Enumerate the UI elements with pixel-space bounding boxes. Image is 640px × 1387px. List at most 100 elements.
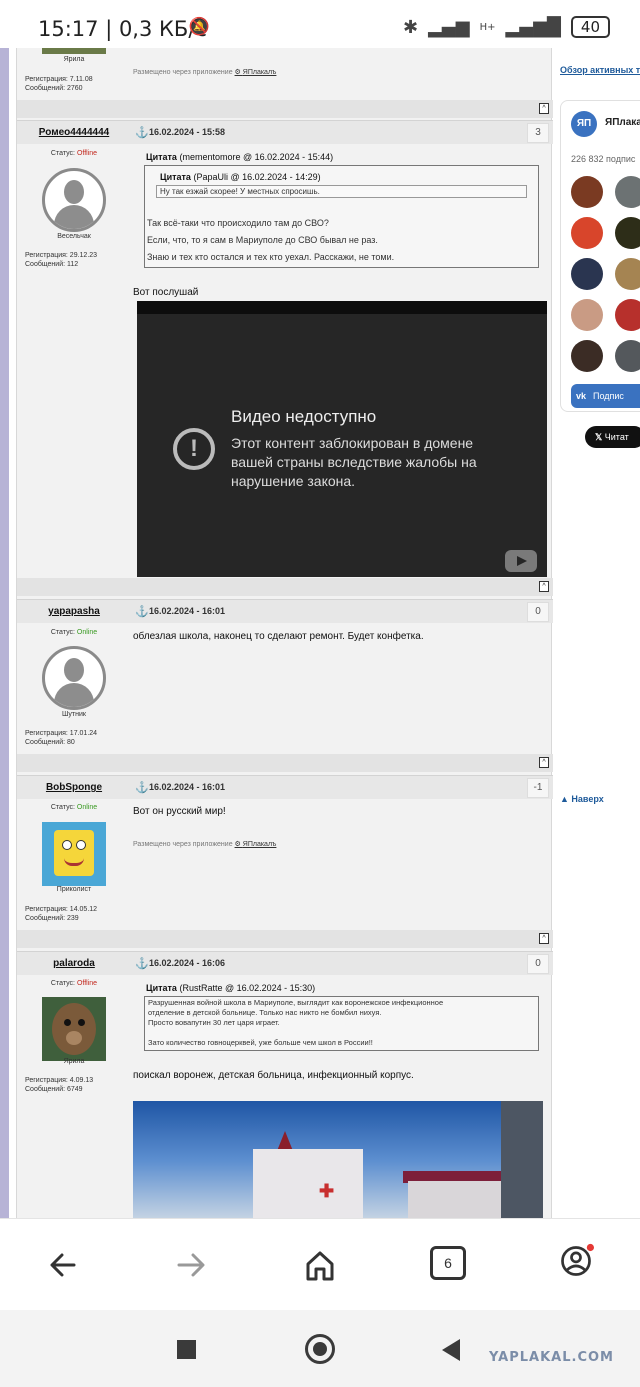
status-label: Статус: xyxy=(50,150,75,157)
subscriber-avatar[interactable] xyxy=(615,340,640,372)
post-text: Вот он русский мир! xyxy=(133,806,226,817)
signal-icon-2: ▂▄▆█ xyxy=(505,16,561,38)
vk-icon: vk xyxy=(576,391,587,401)
youtube-icon[interactable] xyxy=(505,550,537,572)
vk-subscribers: 226 832 подпис xyxy=(571,154,636,164)
status-value: Offline xyxy=(76,980,98,987)
user-icon-body xyxy=(54,683,94,707)
avatar[interactable] xyxy=(42,646,106,710)
post-footer: ^ xyxy=(17,754,553,772)
scroll-top-button[interactable]: ^ xyxy=(539,581,549,592)
via-prefix: Размещено через приложение xyxy=(133,69,233,76)
forward-arrow-icon[interactable] xyxy=(171,1247,211,1283)
post-rating[interactable]: 0 xyxy=(527,602,549,622)
back-triangle-icon[interactable] xyxy=(442,1339,460,1361)
status-value: Online xyxy=(76,804,98,811)
subscriber-avatar[interactable] xyxy=(571,176,603,208)
subscriber-avatar[interactable] xyxy=(615,176,640,208)
scroll-top-button[interactable]: ^ xyxy=(539,103,549,114)
eye-shape xyxy=(78,1019,85,1026)
home-icon[interactable] xyxy=(300,1247,340,1283)
quote-line: Так всё-таки что происходило там до СВО? xyxy=(147,218,329,228)
quote-title: Цитата (mementomore @ 16.02.2024 - 15:44… xyxy=(146,152,333,162)
messages-text: Сообщений: 2760 xyxy=(25,85,83,92)
back-arrow-icon[interactable] xyxy=(44,1247,84,1283)
scroll-top-link[interactable]: ▲ Наверх xyxy=(560,794,604,804)
anchor-icon[interactable]: ⚓ xyxy=(135,605,149,618)
active-topics-link[interactable]: Обзор активных т xyxy=(560,65,640,75)
post-rating[interactable]: 0 xyxy=(527,954,549,974)
author-link[interactable]: yapapasha xyxy=(17,606,131,617)
x-follow-button[interactable]: 𝕏 Читат xyxy=(585,426,640,448)
author-link[interactable]: palaroda xyxy=(17,958,131,969)
scroll-top-button[interactable]: ^ xyxy=(539,933,549,944)
subscriber-avatar[interactable] xyxy=(615,299,640,331)
author-link[interactable]: Ромео4444444 xyxy=(17,127,131,138)
watermark: YAPLAKAL.COM xyxy=(489,1350,614,1365)
anchor-icon[interactable]: ⚓ xyxy=(135,957,149,970)
web-page[interactable]: Ярила Регистрация: 7.11.08 Сообщений: 27… xyxy=(0,48,640,1218)
user-rank: Ярила xyxy=(63,56,85,63)
user-registration: Регистрация: 4.09.13 Сообщений: 6749 xyxy=(25,1076,93,1094)
post-footer: ^ xyxy=(17,100,553,118)
post-footer: ^ xyxy=(17,578,553,596)
status-label: Статус: xyxy=(50,980,75,987)
subscriber-avatar[interactable] xyxy=(571,217,603,249)
vk-group-logo[interactable]: ЯП xyxy=(571,111,597,137)
monkey-icon xyxy=(52,1003,96,1055)
post-header: Ромео4444444 ⚓ 16.02.2024 - 15:58 3 xyxy=(17,120,553,144)
registration-text: Регистрация: 7.11.08 xyxy=(25,76,93,83)
avatar xyxy=(42,48,106,54)
registration-text: Регистрация: 14.05.12 xyxy=(25,906,98,913)
anchor-icon[interactable]: ⚓ xyxy=(135,126,149,139)
anchor-icon[interactable]: ⚓ xyxy=(135,781,149,794)
recent-apps-icon[interactable] xyxy=(177,1340,196,1359)
left-rail xyxy=(0,48,9,1218)
vk-subscribe-button[interactable]: vk Подпис xyxy=(571,384,640,408)
system-nav-bar: YAPLAKAL.COM xyxy=(0,1310,640,1387)
subscriber-avatar[interactable] xyxy=(615,217,640,249)
post-rating[interactable]: 3 xyxy=(527,123,549,143)
status-label: Статус: xyxy=(50,629,75,636)
app-link[interactable]: ⚙ ЯПлакалъ xyxy=(235,841,277,848)
video-player[interactable]: ! Видео недоступно Этот контент заблокир… xyxy=(137,301,547,577)
mute-icon: 🔕 xyxy=(188,17,210,37)
author-link[interactable]: BobSponge xyxy=(17,782,131,793)
tabs-button[interactable]: 6 xyxy=(430,1246,466,1280)
subscriber-avatar[interactable] xyxy=(571,258,603,290)
post-image[interactable]: ✚ xyxy=(133,1101,543,1218)
avatar[interactable] xyxy=(42,168,106,232)
profile-icon[interactable] xyxy=(556,1243,596,1279)
x-follow-label: Читат xyxy=(604,432,629,442)
user-status: Статус: Online xyxy=(17,804,131,811)
user-registration: Регистрация: 7.11.08 Сообщений: 2760 xyxy=(25,75,93,93)
avatar[interactable] xyxy=(42,997,106,1061)
post-rating[interactable]: -1 xyxy=(527,778,549,798)
app-link[interactable]: ⚙ ЯПлакалъ xyxy=(235,69,277,76)
tower-shape xyxy=(501,1101,543,1218)
warning-icon: ! xyxy=(173,428,215,470)
status-time-speed: 15:17 | 0,3 КБ/с xyxy=(38,17,207,41)
subscriber-avatar[interactable] xyxy=(615,258,640,290)
home-circle-icon[interactable] xyxy=(305,1334,335,1364)
quote-meta: (PapaUli @ 16.02.2024 - 14:29) xyxy=(193,172,321,182)
app-name[interactable]: ЯПлакалъ xyxy=(243,69,277,76)
vk-group-name[interactable]: ЯПлака xyxy=(605,117,640,128)
video-top-bar xyxy=(137,301,547,314)
scroll-top-button[interactable]: ^ xyxy=(539,757,549,768)
post-date: 16.02.2024 - 16:01 xyxy=(149,606,226,616)
subscriber-avatar[interactable] xyxy=(571,299,603,331)
user-rank: Ярила xyxy=(63,1058,85,1065)
quote-block: Цитата (PapaUli @ 16.02.2024 - 14:29) Ну… xyxy=(144,165,539,268)
messages-text: Сообщений: 239 xyxy=(25,915,79,922)
vk-widget: ЯП ЯПлака 226 832 подпис vk Подпис xyxy=(560,100,640,412)
user-rank: Приколист xyxy=(56,886,92,893)
app-name[interactable]: ЯПлакалъ xyxy=(243,841,277,848)
subscriber-avatar[interactable] xyxy=(571,340,603,372)
quote-line: Знаю и тех кто остался и тех кто уехал. … xyxy=(147,252,395,262)
user-rank: Весельчак xyxy=(57,233,91,240)
user-icon xyxy=(64,180,84,204)
avatar[interactable] xyxy=(42,822,106,886)
eye-shape xyxy=(76,840,86,850)
video-error-title: Видео недоступно xyxy=(231,407,377,426)
